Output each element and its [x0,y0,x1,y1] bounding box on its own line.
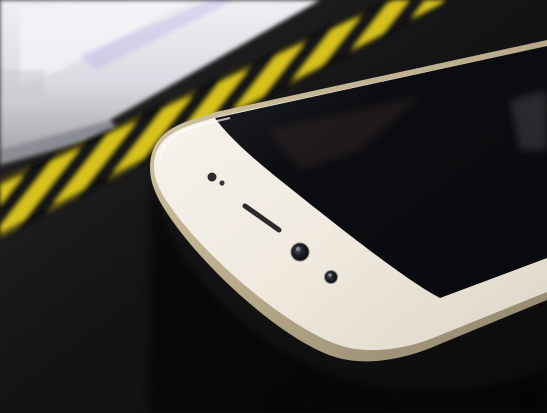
proximity-sensor [207,172,217,182]
photo-scene [0,0,547,413]
light-sensor [219,180,225,186]
front-flash [324,270,338,284]
front-camera [290,242,310,262]
